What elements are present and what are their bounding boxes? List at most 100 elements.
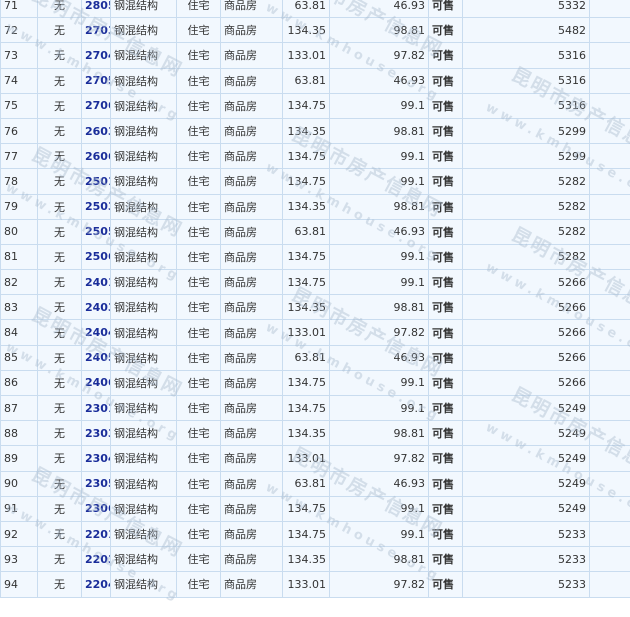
house-type-cell: 商品房 bbox=[220, 445, 283, 472]
room-number-link[interactable]: 2506 bbox=[85, 250, 110, 263]
unit-price-cell: 5282 bbox=[462, 193, 590, 220]
room-number-link[interactable]: 2606 bbox=[85, 150, 110, 163]
row-index: 75 bbox=[0, 92, 38, 119]
inner-area-cell: 99.1 bbox=[329, 495, 429, 522]
row-mark: 无 bbox=[37, 445, 82, 472]
row-mark: 无 bbox=[37, 520, 82, 548]
usage-cell: 住宅 bbox=[176, 67, 221, 94]
usage-cell: 住宅 bbox=[176, 117, 221, 145]
room-number-link[interactable]: 2501 bbox=[85, 175, 110, 188]
structure-cell: 钢混结构 bbox=[110, 495, 177, 522]
room-number-link[interactable]: 2305 bbox=[85, 477, 110, 490]
room-number-link[interactable]: 2204 bbox=[85, 578, 110, 591]
house-type-cell: 商品房 bbox=[220, 269, 283, 296]
room-number-link[interactable]: 2406 bbox=[85, 376, 110, 389]
total-price-cell: 707303 bbox=[589, 495, 630, 522]
structure-cell: 钢混结构 bbox=[110, 344, 177, 371]
table-row: 89无2304钢混结构住宅商品房133.0197.82可售5249698169 bbox=[0, 445, 630, 472]
sale-status-cell: 可售 bbox=[428, 42, 463, 69]
room-number-link[interactable]: 2401 bbox=[85, 276, 110, 289]
sale-status-cell: 可售 bbox=[428, 546, 463, 573]
unit-table-body: 71无2805钢混结构住宅商品房63.8146.93可售533234023572… bbox=[0, 0, 630, 598]
room-number-link[interactable]: 2706 bbox=[85, 99, 110, 112]
room-number-cell: 2703 bbox=[81, 17, 111, 44]
room-number-cell: 2506 bbox=[81, 243, 111, 271]
row-mark: 无 bbox=[37, 42, 82, 69]
row-mark: 无 bbox=[37, 394, 82, 422]
room-number-link[interactable]: 2303 bbox=[85, 427, 110, 440]
room-number-cell: 2501 bbox=[81, 168, 111, 195]
room-number-link[interactable]: 2503 bbox=[85, 200, 110, 213]
house-type-cell: 商品房 bbox=[220, 420, 283, 447]
room-number-link[interactable]: 2404 bbox=[85, 326, 110, 339]
row-index: 81 bbox=[0, 243, 38, 271]
room-number-link[interactable]: 2403 bbox=[85, 301, 110, 314]
row-index: 94 bbox=[0, 571, 38, 598]
room-number-link[interactable]: 2603 bbox=[85, 125, 110, 138]
table-row: 84无2404钢混结构住宅商品房133.0197.82可售5266700431 bbox=[0, 319, 630, 346]
unit-price-cell: 5282 bbox=[462, 218, 590, 245]
room-number-link[interactable]: 2703 bbox=[85, 24, 110, 37]
inner-area-cell: 97.82 bbox=[329, 571, 429, 598]
room-number-link[interactable]: 2306 bbox=[85, 502, 110, 515]
room-number-cell: 2606 bbox=[81, 143, 111, 170]
inner-area-cell: 97.82 bbox=[329, 42, 429, 69]
row-mark: 无 bbox=[37, 243, 82, 271]
room-number-cell: 2705 bbox=[81, 67, 111, 94]
unit-price-cell: 5299 bbox=[462, 117, 590, 145]
building-area-cell: 134.35 bbox=[282, 17, 330, 44]
building-area-cell: 134.35 bbox=[282, 117, 330, 145]
room-number-cell: 2301 bbox=[81, 394, 111, 422]
row-index: 87 bbox=[0, 394, 38, 422]
inner-area-cell: 98.81 bbox=[329, 546, 429, 573]
room-number-link[interactable]: 2405 bbox=[85, 351, 110, 364]
unit-table: 71无2805钢混结构住宅商品房63.8146.93可售533234023572… bbox=[0, 0, 630, 598]
total-price-cell: 696041 bbox=[589, 571, 630, 598]
room-number-link[interactable]: 2301 bbox=[85, 402, 110, 415]
row-mark: 无 bbox=[37, 294, 82, 321]
inner-area-cell: 99.1 bbox=[329, 168, 429, 195]
total-price-cell: 703054 bbox=[589, 546, 630, 573]
structure-cell: 钢混结构 bbox=[110, 168, 177, 195]
row-mark: 无 bbox=[37, 117, 82, 145]
structure-cell: 钢混结构 bbox=[110, 193, 177, 220]
table-row: 80无2505钢混结构住宅商品房63.8146.93可售5282337044 bbox=[0, 218, 630, 245]
room-number-link[interactable]: 2304 bbox=[85, 452, 110, 465]
room-number-cell: 2706 bbox=[81, 92, 111, 119]
unit-price-cell: 5332 bbox=[462, 0, 590, 19]
house-type-cell: 商品房 bbox=[220, 143, 283, 170]
sale-status-cell: 可售 bbox=[428, 369, 463, 397]
room-number-link[interactable]: 2201 bbox=[85, 528, 110, 541]
sale-status-cell: 可售 bbox=[428, 17, 463, 44]
row-mark: 无 bbox=[37, 67, 82, 94]
room-number-cell: 2303 bbox=[81, 420, 111, 447]
total-price-cell: 337044 bbox=[589, 218, 630, 245]
structure-cell: 钢混结构 bbox=[110, 520, 177, 548]
table-row: 73无2704钢混结构住宅商品房133.0197.82可售5316707081 bbox=[0, 42, 630, 69]
sale-status-cell: 可售 bbox=[428, 571, 463, 598]
inner-area-cell: 46.93 bbox=[329, 470, 429, 497]
house-type-cell: 商品房 bbox=[220, 369, 283, 397]
row-index: 92 bbox=[0, 520, 38, 548]
house-type-cell: 商品房 bbox=[220, 470, 283, 497]
sale-status-cell: 可售 bbox=[428, 269, 463, 296]
total-price-cell: 709594 bbox=[589, 369, 630, 397]
table-row: 94无2204钢混结构住宅商品房133.0197.82可售5233696041 bbox=[0, 571, 630, 598]
room-number-link[interactable]: 2203 bbox=[85, 553, 110, 566]
building-area-cell: 63.81 bbox=[282, 67, 330, 94]
table-row: 81无2506钢混结构住宅商品房134.7599.1可售5282711750 bbox=[0, 243, 630, 271]
row-index: 90 bbox=[0, 470, 38, 497]
room-number-link[interactable]: 2704 bbox=[85, 49, 110, 62]
house-type-cell: 商品房 bbox=[220, 319, 283, 346]
inner-area-cell: 97.82 bbox=[329, 319, 429, 346]
room-number-link[interactable]: 2505 bbox=[85, 225, 110, 238]
room-number-link[interactable]: 2805 bbox=[85, 0, 110, 12]
row-mark: 无 bbox=[37, 344, 82, 371]
table-row: 74无2705钢混结构住宅商品房63.8146.93可售5316339214 bbox=[0, 67, 630, 94]
room-number-link[interactable]: 2705 bbox=[85, 74, 110, 87]
building-area-cell: 133.01 bbox=[282, 571, 330, 598]
sale-status-cell: 可售 bbox=[428, 117, 463, 145]
building-area-cell: 134.75 bbox=[282, 520, 330, 548]
row-index: 85 bbox=[0, 344, 38, 371]
house-type-cell: 商品房 bbox=[220, 92, 283, 119]
